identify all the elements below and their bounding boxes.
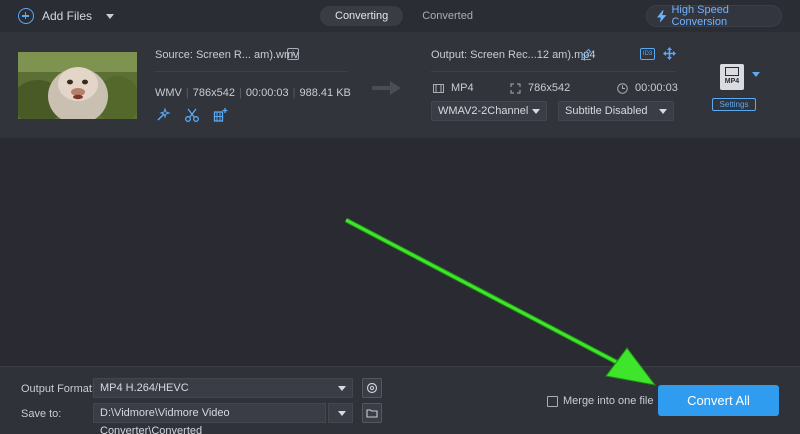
folder-icon [366, 409, 378, 418]
gear-icon [366, 382, 378, 394]
subtitle-select[interactable]: Subtitle Disabled [558, 101, 674, 121]
format-settings-button[interactable] [362, 378, 382, 398]
chevron-down-icon[interactable] [106, 13, 115, 19]
bottom-bar: Output Format: MP4 H.264/HEVC Save to: D… [0, 366, 800, 434]
convert-all-button[interactable]: Convert All [658, 385, 779, 416]
subtitle-value: Subtitle Disabled [565, 105, 648, 117]
resize-icon [510, 83, 521, 93]
save-to-path[interactable]: D:\Vidmore\Vidmore Video Converter\Conve… [93, 403, 326, 434]
output-format-select[interactable]: MP4 H.264/HEVC [93, 378, 353, 398]
add-files-label: Add Files [42, 9, 93, 23]
save-to-dropdown[interactable] [328, 403, 353, 423]
source-resolution: 786x542 [192, 87, 235, 99]
audio-track-value: WMAV2-2Channel [438, 105, 529, 117]
output-duration-info: 00:00:03 [617, 82, 678, 94]
separator: | [185, 87, 189, 99]
chevron-down-icon [338, 411, 346, 416]
file-item: Source: Screen R... am).wmv i WMV | 786x… [0, 32, 800, 138]
monkey-thumbnail-icon [18, 52, 137, 119]
scissors-icon[interactable] [184, 107, 200, 123]
view-tabs: Converting Converted [320, 6, 488, 26]
film-icon [725, 67, 739, 76]
source-format: WMV [155, 87, 182, 99]
open-folder-button[interactable] [362, 403, 382, 423]
chevron-down-icon [532, 109, 540, 114]
divider [431, 71, 675, 72]
tab-converting[interactable]: Converting [320, 6, 404, 26]
converter-window: Add Files Converting Converted High Spee… [0, 0, 800, 434]
save-to-value: D:\Vidmore\Vidmore Video Converter\Conve… [100, 407, 230, 434]
source-meta: WMV | 786x542 | 00:00:03 | 988.41 KB [155, 87, 351, 99]
edit-tools [155, 107, 229, 123]
id3-tag-icon[interactable]: ID3 [640, 48, 655, 60]
top-bar: Add Files Converting Converted High Spee… [0, 0, 800, 32]
plus-circle-icon [18, 8, 34, 24]
output-format-info: MP4 [433, 82, 474, 94]
output-format: MP4 [451, 82, 474, 94]
video-thumbnail[interactable] [18, 52, 137, 119]
output-format-label: Output Format: [21, 383, 95, 395]
enhance-icon[interactable] [213, 107, 229, 123]
settings-button[interactable]: Settings [712, 98, 756, 111]
info-icon[interactable]: i [287, 48, 299, 60]
separator: | [238, 87, 242, 99]
save-to-label: Save to: [21, 408, 62, 420]
chevron-down-icon [338, 386, 346, 391]
output-resolution-info: 786x542 [510, 82, 570, 94]
move-icon[interactable] [663, 47, 676, 60]
format-badge-text: MP4 [724, 78, 740, 85]
high-speed-conversion-button[interactable]: High Speed Conversion [646, 4, 782, 28]
merge-label: Merge into one file [563, 395, 654, 407]
output-duration: 00:00:03 [635, 82, 678, 94]
add-files-button[interactable]: Add Files [18, 7, 115, 25]
film-icon [433, 83, 444, 93]
output-format-icon[interactable]: MP4 [720, 64, 744, 90]
chevron-down-icon [659, 109, 667, 114]
output-format-value: MP4 H.264/HEVC [100, 382, 189, 394]
separator: | [292, 87, 296, 99]
source-filename: Source: Screen R... am).wmv [155, 49, 299, 61]
output-filename: Output: Screen Rec...12 am).mp4 [431, 49, 596, 61]
magic-wand-icon[interactable] [155, 107, 171, 123]
pencil-icon[interactable] [580, 48, 592, 60]
source-duration: 00:00:03 [245, 87, 289, 99]
tab-converted[interactable]: Converted [407, 6, 488, 26]
arrow-right-icon [372, 81, 401, 95]
audio-track-select[interactable]: WMAV2-2Channel [431, 101, 547, 121]
chevron-down-icon[interactable] [752, 72, 760, 77]
merge-checkbox[interactable] [547, 395, 558, 407]
output-resolution: 786x542 [528, 82, 571, 94]
divider [155, 71, 347, 72]
high-speed-label: High Speed Conversion [671, 4, 729, 28]
source-size: 988.41 KB [299, 87, 351, 99]
clock-icon [617, 82, 628, 94]
file-list-area [0, 138, 800, 366]
lightning-icon [657, 9, 667, 23]
merge-checkbox-row[interactable]: Merge into one file [547, 395, 654, 407]
